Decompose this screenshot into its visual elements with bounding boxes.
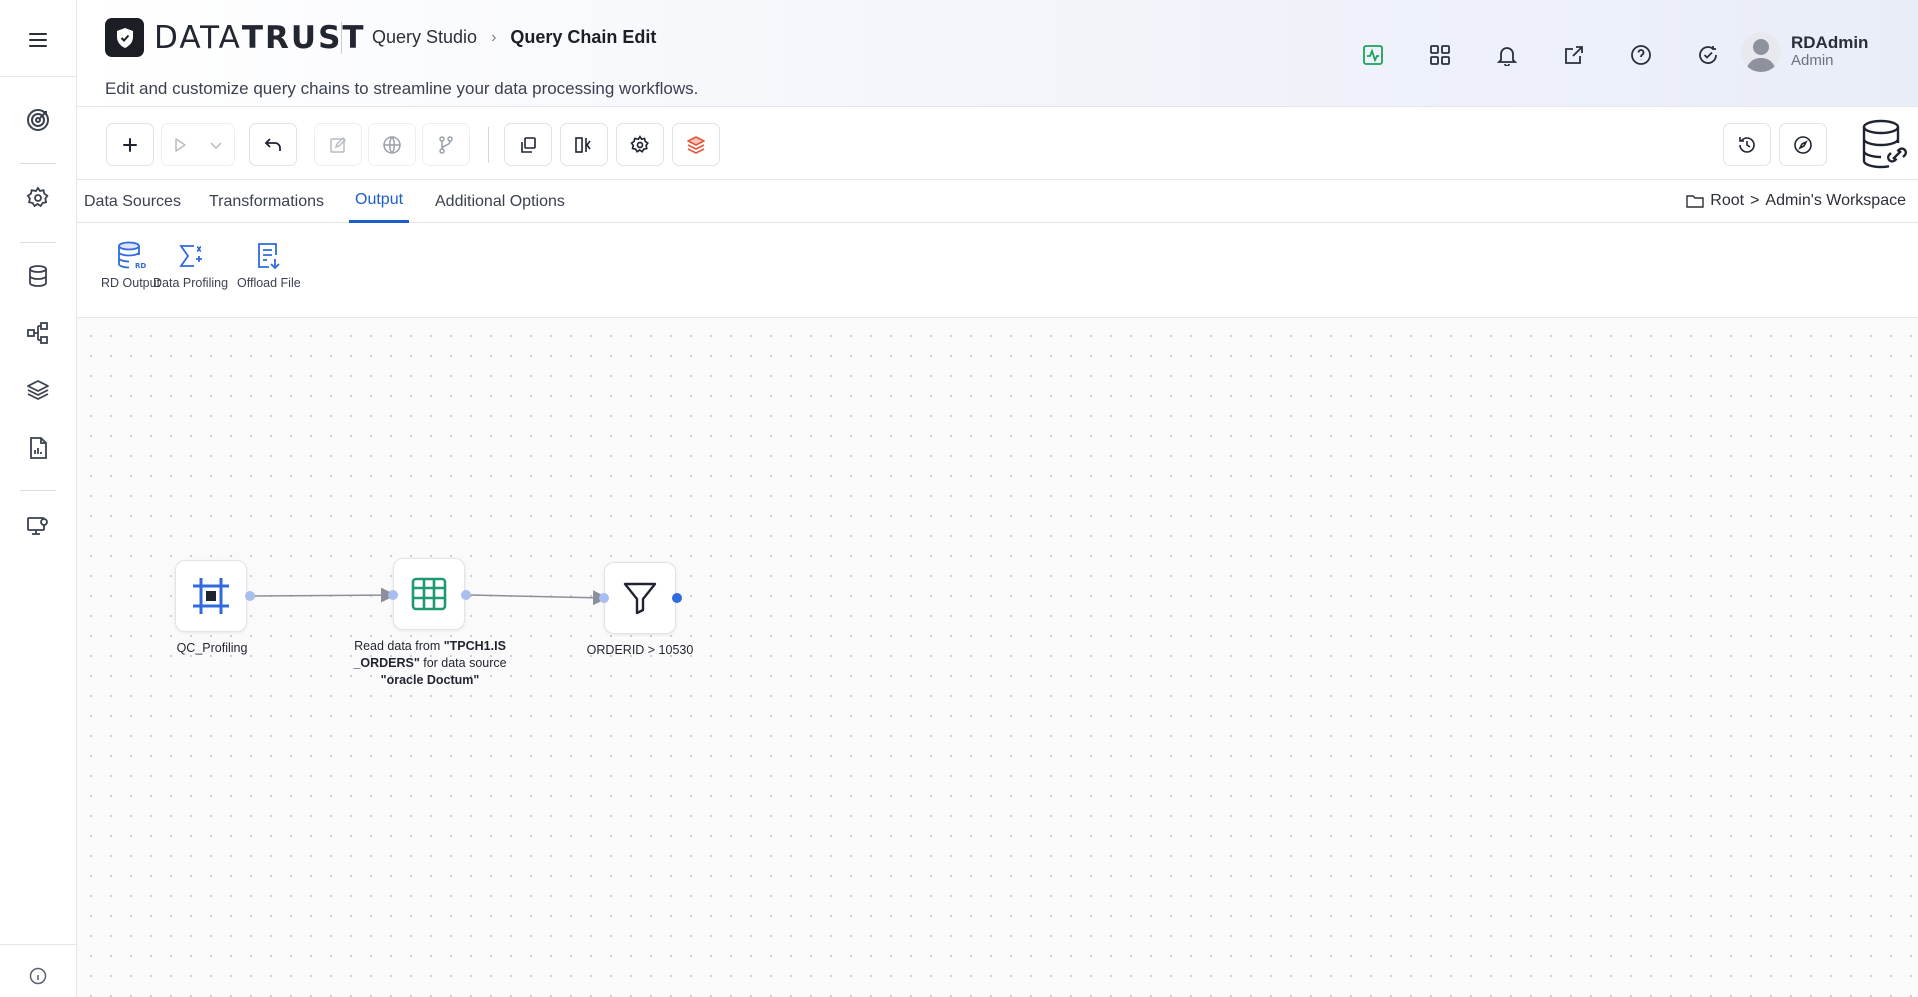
apps-grid-icon[interactable] [1406,40,1473,70]
refresh-check-icon[interactable] [1674,40,1741,70]
database-icon[interactable] [22,260,54,292]
globe-button[interactable] [368,123,416,166]
node-label: ORDERID > 10530 [586,643,694,657]
flow-icon[interactable] [22,317,54,349]
toolbar-divider [488,127,489,163]
flow-node-qc-profiling[interactable] [175,560,247,632]
flow-node-filter[interactable] [604,562,676,634]
sidebar-divider [20,163,56,164]
logo-wordmark: DATATRUST [154,19,366,56]
compass-button[interactable] [1779,123,1827,166]
workspace-breadcrumb[interactable]: Root > Admin's Workspace [1686,192,1906,210]
palette-label: Offload File [237,276,301,290]
edge-qc-to-read [252,587,396,603]
report-icon[interactable] [22,432,54,464]
editor-toolbar [77,107,1918,180]
palette-label: RD Output [101,276,161,290]
node-output-port[interactable] [245,591,255,601]
chevron-right-icon: › [491,28,497,46]
layers-icon[interactable] [22,374,54,406]
edge-read-to-filter [469,590,608,606]
external-link-icon[interactable] [1540,40,1607,70]
undo-button[interactable] [249,123,297,166]
duplicate-button[interactable] [504,123,552,166]
sidebar-divider [0,76,77,77]
info-icon[interactable] [22,960,54,992]
avatar [1741,32,1781,72]
frame-icon [193,578,229,614]
flow-canvas[interactable]: QC_Profiling Read data from "TPCH1.IS _O… [77,318,1918,997]
tab-additional-options[interactable]: Additional Options [435,180,565,223]
page-subtitle: Edit and customize query chains to strea… [105,79,699,98]
app-root: DATATRUST Query Studio › Query Chain Edi… [0,0,1918,997]
flow-node-read-data[interactable] [393,558,465,630]
bell-icon[interactable] [1473,40,1540,70]
node-input-port[interactable] [599,593,609,603]
tab-transformations[interactable]: Transformations [209,180,324,223]
top-header: DATATRUST Query Studio › Query Chain Edi… [77,0,1918,107]
run-split-button [161,123,235,166]
palette-label: Data Profiling [153,276,229,290]
sidebar-divider [20,490,56,491]
folder-icon [1686,195,1704,208]
palette-item-offload-file[interactable]: Offload File [237,241,301,290]
node-input-port[interactable] [388,590,398,600]
shield-logo-icon [105,18,144,57]
filter-icon [623,582,657,615]
play-icon[interactable] [162,137,198,153]
workspace-separator: > [1750,192,1760,209]
component-tabs: Data Sources Transformations Output Addi… [77,180,1918,223]
database-link-icon[interactable] [1861,119,1909,169]
activity-icon[interactable] [1339,40,1406,70]
tab-output[interactable]: Output [349,180,410,223]
chevron-down-icon[interactable] [198,140,234,150]
user-info: RDAdmin Admin [1791,34,1868,70]
layers-stack-button[interactable] [672,123,720,166]
sigma-profiling-icon [178,245,202,267]
sidebar-divider [20,242,56,243]
palette-item-data-profiling[interactable]: Data Profiling [153,241,228,290]
file-download-icon [257,243,280,270]
workspace-root[interactable]: Root [1710,192,1744,210]
menu-icon[interactable] [22,24,54,56]
tab-data-sources[interactable]: Data Sources [84,180,181,223]
component-palette: RD RD Output Data Profiling Offload File [77,223,1918,318]
user-name: RDAdmin [1791,33,1869,52]
add-button[interactable] [106,123,154,166]
edit-button[interactable] [314,123,362,166]
app-logo[interactable]: DATATRUST [105,18,366,57]
settings-icon[interactable] [22,182,54,214]
left-sidebar [0,0,77,997]
settings-button[interactable] [616,123,664,166]
svg-text:RD: RD [135,262,146,270]
palette-item-rd-output[interactable]: RD RD Output [101,241,160,290]
table-icon [411,577,447,611]
history-button[interactable] [1723,123,1771,166]
breadcrumb-query-studio[interactable]: Query Studio [372,27,477,48]
split-view-button[interactable] [560,123,608,166]
sidebar-divider [0,944,77,945]
breadcrumb: Query Studio › Query Chain Edit [372,27,656,48]
monitor-settings-icon[interactable] [22,510,54,542]
node-label: Read data from "TPCH1.IS _ORDERS" for da… [353,639,507,687]
user-menu[interactable]: RDAdmin Admin [1741,32,1868,72]
node-label: QC_Profiling [176,641,248,655]
node-output-port[interactable] [461,590,471,600]
target-icon[interactable] [22,104,54,136]
node-output-port[interactable] [672,593,682,603]
user-role: Admin [1791,52,1834,69]
branch-button[interactable] [422,123,470,166]
workspace-current[interactable]: Admin's Workspace [1765,192,1906,210]
header-divider [341,22,342,54]
database-output-icon: RD [117,241,146,270]
page-title: Query Chain Edit [510,27,657,47]
help-icon[interactable] [1607,40,1674,70]
header-actions [1339,40,1741,70]
